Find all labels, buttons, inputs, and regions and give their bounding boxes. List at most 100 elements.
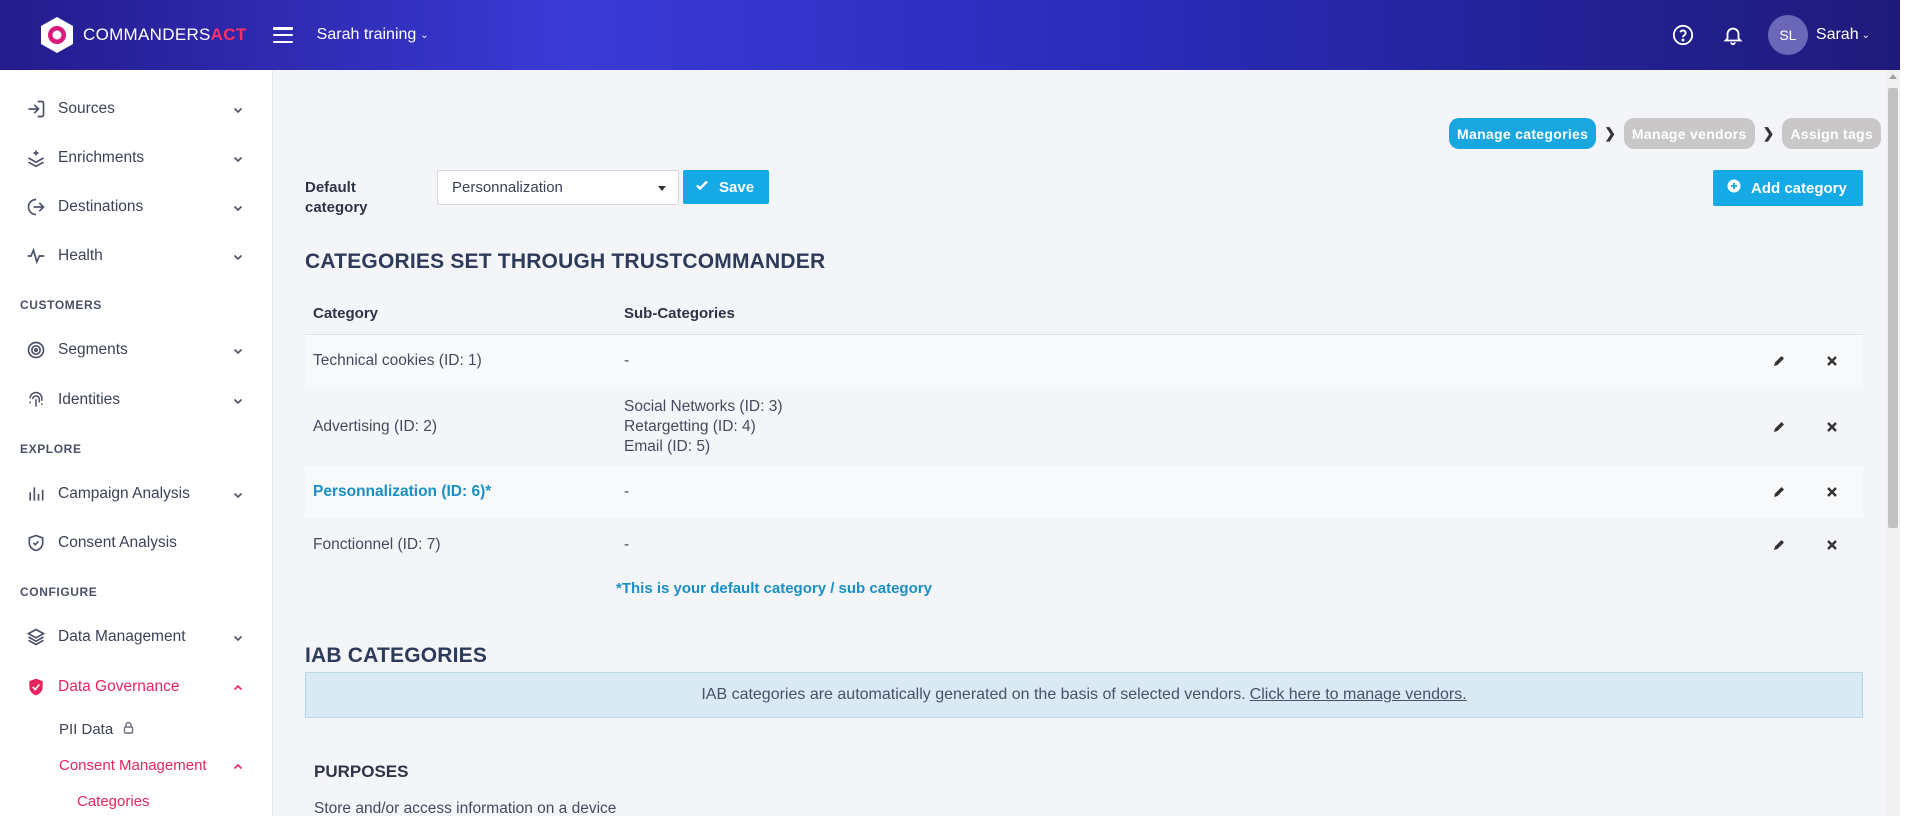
table-row: Advertising (ID: 2) Social Networks (ID:… xyxy=(305,387,1863,466)
page-scrollbar[interactable] xyxy=(1886,70,1900,816)
sidebar-item-destinations[interactable]: Destinations xyxy=(0,185,273,229)
iab-info-box: IAB categories are automatically generat… xyxy=(305,672,1863,718)
shield-icon xyxy=(26,677,46,697)
main-content: Manage categories ❯ Manage vendors ❯ Ass… xyxy=(274,70,1886,816)
user-menu[interactable]: Sarah ⌄ xyxy=(1816,26,1870,44)
shield-check-icon xyxy=(26,533,46,553)
chevron-down-icon xyxy=(232,488,244,500)
subcategory-cell: Social Networks (ID: 3) xyxy=(624,398,783,415)
sidebar: Sources Enrichments Destinations Health … xyxy=(0,70,273,816)
table-row: Fonctionnel (ID: 7) - xyxy=(305,518,1863,572)
chevron-down-icon xyxy=(232,103,244,115)
chevron-down-icon: ⌄ xyxy=(1861,29,1870,41)
subcategory-cell: - xyxy=(624,536,630,553)
chevron-up-icon xyxy=(232,681,244,693)
select-value: Personnalization xyxy=(452,179,563,196)
chevron-down-icon xyxy=(232,152,244,164)
save-button-label: Save xyxy=(719,178,755,196)
bar-chart-icon xyxy=(26,484,46,504)
delete-icon[interactable] xyxy=(1825,420,1839,434)
purposes-title: PURPOSES xyxy=(314,762,409,781)
section-configure: CONFIGURE xyxy=(20,585,98,599)
sidebar-item-campaign-analysis[interactable]: Campaign Analysis xyxy=(0,472,273,516)
sidebar-item-enrichments[interactable]: Enrichments xyxy=(0,136,273,180)
sidebar-subitem-label: Consent Management xyxy=(59,757,207,774)
stack-icon xyxy=(26,627,46,647)
sidebar-item-label: Consent Analysis xyxy=(58,534,177,551)
workspace-selector[interactable]: Sarah training ⌄ xyxy=(317,26,429,44)
sidebar-item-label: Identities xyxy=(58,391,121,408)
sidebar-item-segments[interactable]: Segments xyxy=(0,328,273,372)
lock-icon xyxy=(123,721,134,738)
manage-vendors-link[interactable]: Click here to manage vendors. xyxy=(1250,686,1467,704)
logo-mark-icon xyxy=(38,16,76,54)
delete-icon[interactable] xyxy=(1825,485,1839,499)
category-cell-default: Personnalization (ID: 6)* xyxy=(313,483,492,500)
target-icon xyxy=(26,340,46,360)
edit-icon[interactable] xyxy=(1772,420,1786,434)
add-category-label: Add category xyxy=(1751,179,1847,197)
help-icon[interactable] xyxy=(1670,22,1696,48)
edit-icon[interactable] xyxy=(1772,354,1786,368)
sidebar-item-label: Data Management xyxy=(58,628,186,645)
sidebar-subitem-consent-management[interactable]: Consent Management xyxy=(59,757,207,774)
sidebar-subitem-categories[interactable]: Categories xyxy=(77,793,150,810)
scroll-up-arrow-icon[interactable] xyxy=(1889,74,1897,79)
section-customers: CUSTOMERS xyxy=(20,298,102,312)
subcategory-cell: Retargetting (ID: 4) xyxy=(624,418,756,435)
section-explore: EXPLORE xyxy=(20,442,82,456)
sidebar-subitem-label: PII Data xyxy=(59,721,114,738)
edit-icon[interactable] xyxy=(1772,538,1786,552)
sidebar-item-sources[interactable]: Sources xyxy=(0,87,273,131)
sidebar-item-health[interactable]: Health xyxy=(0,234,273,278)
layers-plus-icon xyxy=(26,148,46,168)
sidebar-item-data-governance[interactable]: Data Governance xyxy=(0,665,273,709)
add-category-button[interactable]: Add category xyxy=(1713,170,1863,206)
avatar[interactable]: SL xyxy=(1767,15,1808,55)
chevron-right-icon: ❯ xyxy=(1762,125,1775,141)
chevron-up-icon xyxy=(232,760,244,772)
step-assign-tags[interactable]: Assign tags xyxy=(1782,118,1881,149)
edit-icon[interactable] xyxy=(1772,485,1786,499)
step-manage-vendors[interactable]: Manage vendors xyxy=(1623,118,1755,149)
check-icon xyxy=(695,178,709,196)
category-cell: Fonctionnel (ID: 7) xyxy=(313,536,441,553)
sidebar-item-label: Enrichments xyxy=(58,149,145,166)
chevron-down-icon xyxy=(232,250,244,262)
chevron-down-icon xyxy=(232,394,244,406)
sidebar-item-label: Data Governance xyxy=(58,678,180,695)
chevron-down-icon: ⌄ xyxy=(420,29,429,41)
default-category-select[interactable]: Personnalization xyxy=(437,170,679,205)
sidebar-subitem-label: Categories xyxy=(77,793,150,810)
wizard-steps: Manage categories ❯ Manage vendors ❯ Ass… xyxy=(1449,118,1881,149)
category-cell: Advertising (ID: 2) xyxy=(313,418,438,435)
sidebar-item-label: Campaign Analysis xyxy=(58,485,190,502)
sidebar-subitem-pii-data[interactable]: PII Data xyxy=(59,721,134,738)
sidebar-item-consent-analysis[interactable]: Consent Analysis xyxy=(0,521,273,565)
bell-icon[interactable] xyxy=(1720,22,1746,48)
delete-icon[interactable] xyxy=(1825,538,1839,552)
scrollbar-thumb[interactable] xyxy=(1888,88,1898,528)
hamburger-icon[interactable] xyxy=(272,27,293,43)
plus-circle-icon xyxy=(1727,179,1741,197)
logo[interactable]: COMMANDERS ACT xyxy=(38,16,247,54)
logo-text: COMMANDERS ACT xyxy=(83,25,247,44)
step-manage-categories[interactable]: Manage categories xyxy=(1449,118,1597,149)
sidebar-item-data-management[interactable]: Data Management xyxy=(0,615,273,659)
table-row: Personnalization (ID: 6)* - xyxy=(305,466,1863,518)
chevron-right-icon: ❯ xyxy=(1604,125,1616,141)
sidebar-item-identities[interactable]: Identities xyxy=(0,378,273,422)
user-name: Sarah xyxy=(1815,26,1859,43)
default-category-label: Default category xyxy=(305,179,368,216)
delete-icon[interactable] xyxy=(1825,354,1839,368)
table-row: Technical cookies (ID: 1) - xyxy=(305,335,1863,387)
subcategory-cell: - xyxy=(624,483,630,500)
column-header-subcategories: Sub-Categories xyxy=(624,304,735,322)
arrow-out-icon xyxy=(26,197,46,217)
arrow-in-icon xyxy=(26,99,46,119)
caret-down-icon xyxy=(658,186,666,191)
pulse-icon xyxy=(26,246,46,266)
iab-section-title: IAB CATEGORIES xyxy=(305,644,488,667)
save-button[interactable]: Save xyxy=(683,170,769,204)
column-header-category: Category xyxy=(313,304,379,322)
